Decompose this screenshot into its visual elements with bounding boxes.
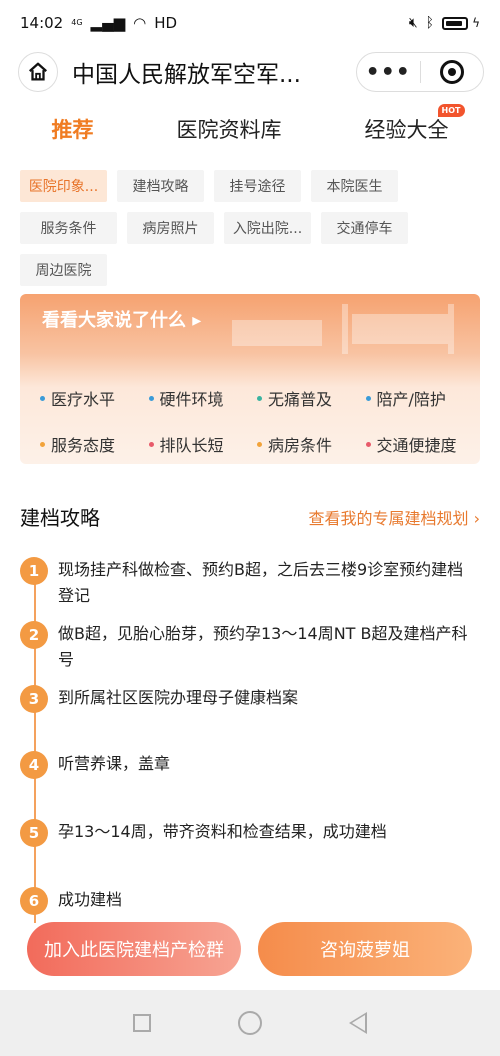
review-tag[interactable]: 硬件环境 (148, 386, 258, 410)
section-header: 建档攻略 查看我的专属建档规划 › (0, 502, 500, 531)
charging-icon: ϟ (472, 16, 480, 30)
review-tag[interactable]: 交通便捷度 (365, 432, 475, 456)
review-tag[interactable]: 医疗水平 (40, 386, 149, 410)
main-tabs: 推荐 医院资料库 经验大全 HOT (0, 98, 500, 160)
status-bar: 14:02 4G ▂▄▆ ◠ HD 🔇︎ ᛒ ϟ (0, 0, 500, 46)
chip-appointment[interactable]: 挂号途径 (214, 170, 301, 202)
step-item: 4 听营养课，盖章 (20, 751, 468, 779)
chip-ward-photos[interactable]: 病房照片 (127, 212, 214, 244)
step-item: 6 成功建档 (20, 887, 468, 915)
system-nav-bar (0, 990, 500, 1056)
tag-dot (365, 441, 371, 447)
close-button[interactable] (421, 60, 484, 84)
chip-hospital-impression[interactable]: 医院印象... (20, 170, 107, 202)
recent-apps-icon[interactable] (133, 1014, 152, 1032)
bluetooth-icon: ᛒ (425, 15, 435, 31)
join-group-button[interactable]: 加入此医院建档产检群 (27, 922, 241, 976)
step-text: 听营养课，盖章 (58, 754, 171, 773)
banner-title: 看看大家说了什么 ▸ (42, 310, 202, 331)
view-plan-link[interactable]: 查看我的专属建档规划 › (309, 505, 481, 529)
home-icon (28, 62, 48, 81)
section-title: 建档攻略 (20, 506, 100, 530)
chip-doctors[interactable]: 本院医生 (311, 170, 398, 202)
step-item: 5 孕13～14周，带齐资料和检查结果，成功建档 (20, 819, 468, 847)
tag-dot (40, 395, 45, 401)
home-button[interactable] (18, 52, 58, 92)
tag-dot (148, 395, 154, 401)
close-icon (439, 60, 464, 84)
chip-service[interactable]: 服务条件 (20, 212, 117, 244)
review-tag[interactable]: 陪产/陪护 (365, 386, 475, 410)
category-chips: 医院印象... 建档攻略 挂号途径 本院医生 服务条件 病房照片 入院出院...… (0, 160, 500, 286)
review-tag[interactable]: 无痛普及 (257, 386, 366, 410)
step-item: 2 做B超，见胎心胎芽，预约孕13～14周NT B超及建档产科号 (20, 621, 468, 673)
signal-icon: ▂▄▆ (90, 14, 126, 32)
tab-hospital-database[interactable]: 医院资料库 (177, 114, 282, 144)
review-tag[interactable]: 病房条件 (257, 432, 366, 456)
tab-experience-label: 经验大全 (364, 118, 449, 142)
chip-admission[interactable]: 入院出院... (224, 212, 311, 244)
page-title: 中国人民解放军空军... (72, 62, 301, 88)
ward-bed-illustration (232, 304, 454, 354)
step-text: 成功建档 (58, 890, 123, 909)
step-number: 6 (20, 887, 48, 915)
step-number: 5 (20, 819, 48, 847)
step-item: 3 到所属社区医院办理母子健康档案 (20, 685, 468, 713)
chip-parking[interactable]: 交通停车 (321, 212, 408, 244)
step-text: 到所属社区医院办理母子健康档案 (58, 688, 299, 707)
tab-recommend[interactable]: 推荐 (52, 114, 94, 144)
review-tags: 医疗水平 硬件环境 无痛普及 陪产/陪护 服务态度 排队长短 病房条件 交通便捷… (20, 386, 480, 456)
step-number: 2 (20, 621, 48, 649)
tag-dot (257, 395, 262, 401)
hot-badge: HOT (437, 104, 465, 117)
home-nav-icon[interactable] (237, 1011, 262, 1035)
back-icon[interactable] (348, 1012, 367, 1034)
review-tag[interactable]: 排队长短 (148, 432, 258, 456)
more-button[interactable]: ••• (357, 60, 420, 85)
wifi-icon: ◠ (133, 14, 147, 32)
chip-registration-guide[interactable]: 建档攻略 (117, 170, 204, 202)
step-text: 孕13～14周，带齐资料和检查结果，成功建档 (58, 822, 387, 841)
mute-icon: 🔇︎ (408, 15, 418, 31)
step-number: 4 (20, 751, 48, 779)
tag-dot (257, 441, 262, 447)
step-text: 现场挂产科做检查、预约B超，之后去三楼9诊室预约建档登记 (58, 560, 464, 605)
network-label: 4G (71, 18, 83, 27)
review-tag[interactable]: 服务态度 (40, 432, 149, 456)
tag-dot (148, 441, 154, 447)
chip-nearby-hospitals[interactable]: 周边医院 (20, 254, 107, 286)
step-number: 1 (20, 557, 48, 585)
title-bar: 中国人民解放军空军... ••• (0, 46, 500, 98)
step-text: 做B超，见胎心胎芽，预约孕13～14周NT B超及建档产科号 (58, 624, 468, 669)
step-item: 1 现场挂产科做检查、预约B超，之后去三楼9诊室预约建档登记 (20, 557, 468, 609)
tab-experience[interactable]: 经验大全 HOT (364, 104, 465, 144)
tag-dot (365, 395, 371, 401)
review-banner[interactable]: 看看大家说了什么 ▸ 医疗水平 硬件环境 无痛普及 陪产/陪护 服务态度 排队长… (20, 294, 480, 464)
status-time: 14:02 (20, 14, 64, 32)
consult-button[interactable]: 咨询菠萝姐 (258, 922, 472, 976)
step-number: 3 (20, 685, 48, 713)
mini-program-capsule: ••• (356, 52, 484, 92)
network-type: HD (154, 14, 178, 32)
battery-icon (442, 16, 469, 30)
tag-dot (40, 441, 45, 447)
